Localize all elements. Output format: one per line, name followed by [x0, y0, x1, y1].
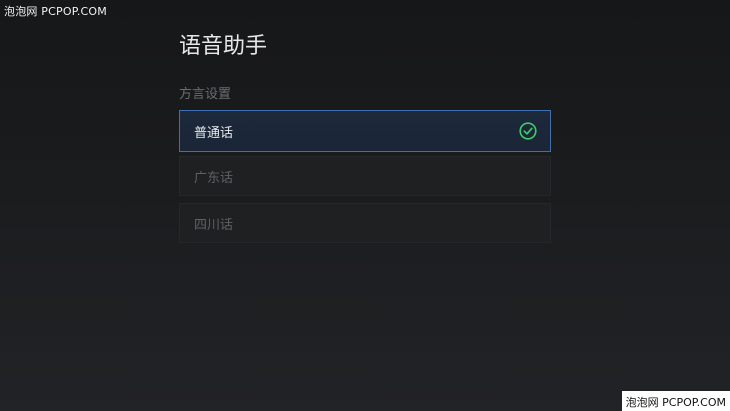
check-circle-icon [519, 122, 537, 140]
dialect-option-label: 广东话 [194, 170, 234, 186]
dialect-option-mandarin[interactable]: 普通话 [179, 110, 551, 152]
dialect-option-cantonese[interactable]: 广东话 [179, 156, 551, 196]
dialect-option-label: 四川话 [194, 217, 234, 233]
page-title: 语音助手 [179, 34, 268, 59]
dialect-option-list: 普通话 广东话 四川话 [179, 110, 551, 250]
watermark-top: 泡泡网 PCPOP.COM [4, 5, 107, 18]
section-label-dialect: 方言设置 [179, 87, 232, 102]
watermark-bottom: 泡泡网 PCPOP.COM [621, 391, 730, 411]
dialect-option-sichuanese[interactable]: 四川话 [179, 203, 551, 243]
dialect-option-label: 普通话 [194, 125, 234, 141]
